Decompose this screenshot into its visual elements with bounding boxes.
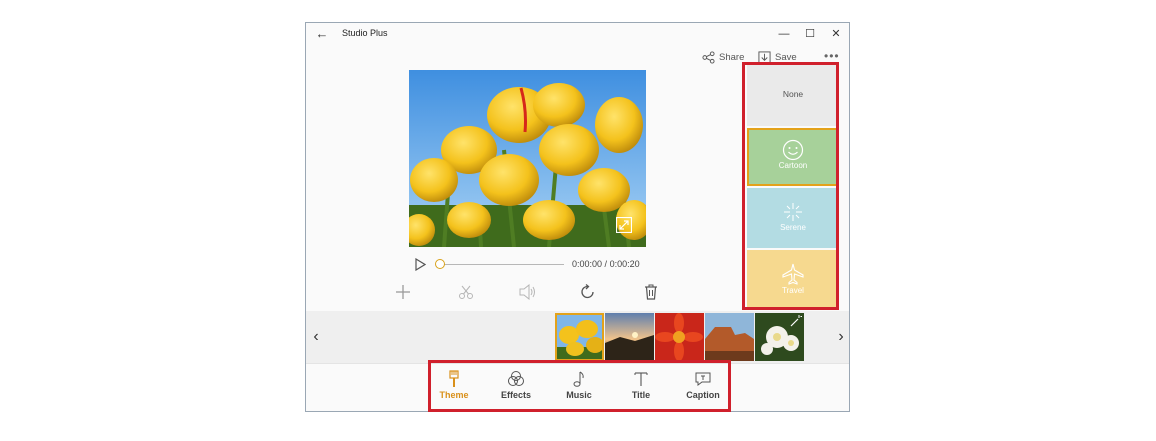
tulips-preview-image (409, 70, 646, 247)
red-canyon-thumbnail (705, 313, 754, 361)
theme-label: Travel (782, 286, 804, 295)
share-button[interactable]: Share (702, 49, 744, 65)
magic-wand-icon (790, 315, 802, 327)
trim-button[interactable] (458, 284, 474, 302)
filmstrip-clip[interactable] (755, 313, 804, 361)
maximize-button[interactable]: ☐ (798, 25, 822, 43)
filmstrip-clip[interactable] (655, 313, 704, 361)
theme-option-serene[interactable]: Serene (747, 188, 839, 248)
back-button[interactable]: ← (312, 25, 332, 43)
time-separator: / (604, 259, 608, 269)
theme-label: Serene (780, 223, 806, 232)
save-label: Save (775, 51, 797, 63)
theme-label: None (782, 89, 804, 99)
scissors-icon (459, 285, 473, 299)
more-options-button[interactable]: ••• (824, 49, 840, 63)
playback-controls: 0:00:00 / 0:00:20 (414, 257, 654, 273)
effects-circles-icon (508, 371, 524, 386)
theme-option-cartoon[interactable]: Cartoon (747, 128, 839, 186)
bottom-tab-bar: Theme Effects Music Title Caption (306, 363, 849, 411)
tab-label: Theme (439, 390, 469, 400)
sunset-landscape-thumbnail (605, 313, 654, 361)
caption-bubble-icon (695, 372, 711, 386)
close-button[interactable]: ✕ (824, 25, 848, 43)
tab-title[interactable]: Title (616, 370, 666, 408)
airplane-icon (782, 263, 804, 285)
speaker-icon (519, 284, 535, 300)
theme-option-travel[interactable]: Travel (747, 250, 839, 309)
title-bar: ← Studio Plus — ☐ ✕ (306, 23, 849, 45)
add-plus-icon (396, 285, 410, 299)
yellow-tulips-thumbnail (555, 313, 604, 361)
theme-label: Cartoon (778, 161, 808, 170)
time-readout: 0:00:00 / 0:00:20 (572, 259, 640, 269)
rotate-icon (581, 284, 594, 299)
filmstrip-clip[interactable] (705, 313, 754, 361)
filmstrip-clip[interactable] (555, 313, 604, 361)
save-download-icon (758, 50, 771, 64)
minimize-button[interactable]: — (772, 25, 796, 43)
sparkle-icon (784, 203, 802, 221)
more-ellipsis-icon: ••• (824, 49, 840, 63)
theme-option-none[interactable]: None (747, 63, 839, 126)
play-icon[interactable] (414, 258, 426, 271)
app-title: Studio Plus (342, 28, 388, 38)
video-preview[interactable] (409, 70, 646, 247)
tab-label: Caption (686, 390, 720, 400)
tab-caption[interactable]: Caption (678, 370, 728, 408)
brush-icon (449, 370, 459, 387)
red-flower-thumbnail (655, 313, 704, 361)
filmstrip-scroll-left[interactable]: ‹ (306, 311, 326, 363)
music-note-icon (573, 371, 584, 387)
tab-effects[interactable]: Effects (491, 370, 541, 408)
tab-music[interactable]: Music (554, 370, 604, 408)
filmstrip-clip[interactable] (605, 313, 654, 361)
filmstrip-scroll-right[interactable]: › (831, 311, 849, 363)
app-window: ← Studio Plus — ☐ ✕ Share Save ••• 0:00:… (305, 22, 850, 412)
theme-panel: None Cartoon Serene Travel (747, 63, 839, 309)
seek-thumb[interactable] (435, 259, 445, 269)
smiley-icon (782, 139, 804, 161)
share-icon (702, 50, 715, 64)
add-button[interactable] (395, 284, 411, 302)
delete-button[interactable] (644, 284, 658, 302)
tab-theme[interactable]: Theme (429, 370, 479, 408)
filmstrip: ‹ › (306, 311, 849, 363)
expand-icon[interactable] (616, 217, 632, 233)
share-label: Share (719, 51, 745, 63)
trash-icon (645, 284, 657, 300)
total-time: 0:00:20 (609, 259, 640, 269)
text-t-icon (634, 372, 648, 386)
tab-label: Effects (500, 390, 531, 400)
tab-label: Title (631, 390, 651, 400)
back-arrow-icon: ← (315, 26, 329, 41)
rotate-button[interactable] (580, 284, 596, 302)
current-time: 0:00:00 (572, 259, 603, 269)
tab-label: Music (566, 390, 592, 400)
volume-button[interactable] (519, 284, 537, 302)
seek-bar[interactable] (436, 264, 564, 265)
